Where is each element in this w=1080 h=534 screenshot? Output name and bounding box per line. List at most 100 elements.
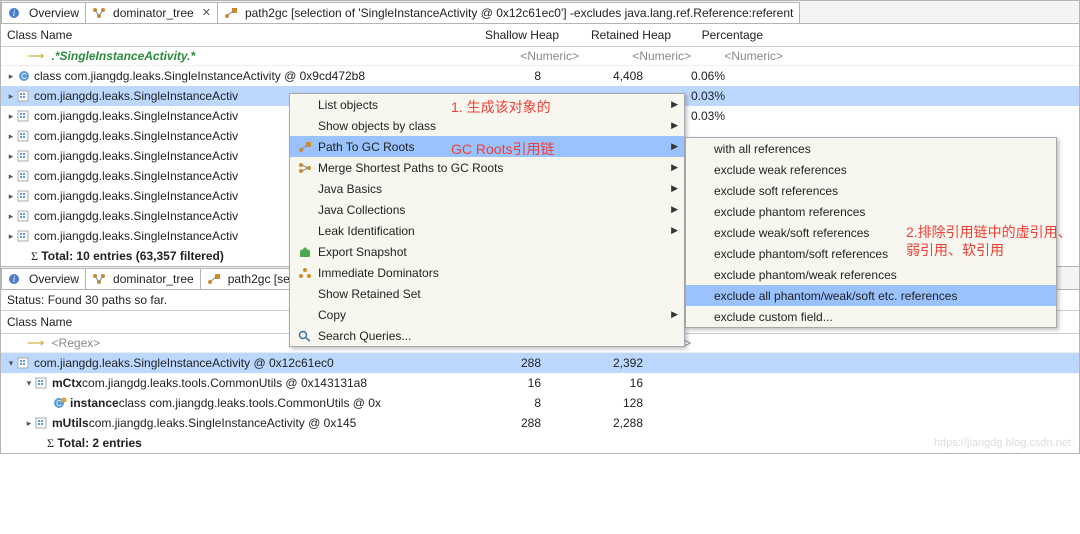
expand-icon[interactable]: ▸ xyxy=(5,91,17,102)
menu-item[interactable]: exclude all phantom/weak/soft etc. refer… xyxy=(686,285,1056,306)
table-row[interactable]: ▾ com.jiangdg.leaks.SingleInstanceActivit… xyxy=(1,353,1079,373)
dom-icon xyxy=(92,273,106,285)
menu-item[interactable]: Merge Shortest Paths to GC Roots▶ xyxy=(290,157,684,178)
submenu-arrow-icon: ▶ xyxy=(671,141,678,152)
obj-icon xyxy=(35,417,49,429)
pane1: iOverviewdominator_tree✕path2gc [selecti… xyxy=(0,0,1080,267)
menu-item[interactable]: exclude soft references xyxy=(686,180,1056,201)
menu-item[interactable]: Copy▶ xyxy=(290,304,684,325)
menu-item[interactable]: exclude phantom/weak references xyxy=(686,264,1056,285)
row-rh: 2,392 xyxy=(545,356,643,370)
filter-sh[interactable]: <Numeric> xyxy=(493,47,585,65)
row-text: com.jiangdg.leaks.SingleInstanceActiv xyxy=(34,89,238,103)
menu-item[interactable]: Search Queries... xyxy=(290,325,684,346)
expand-icon[interactable]: ▸ xyxy=(23,418,35,429)
menu-item[interactable]: Export Snapshot xyxy=(290,241,684,262)
expand-icon[interactable]: ▸ xyxy=(5,111,17,122)
row-rh: 16 xyxy=(545,376,643,390)
obj-icon xyxy=(17,210,31,222)
info-icon: i xyxy=(8,7,22,19)
menu-item[interactable]: exclude weak/soft references xyxy=(686,222,1056,243)
path-icon xyxy=(296,139,314,155)
blank-icon xyxy=(692,288,710,304)
search-icon xyxy=(296,328,314,344)
row-text: com.jiangdg.leaks.SingleInstanceActiv xyxy=(34,129,238,143)
expand-icon[interactable]: ▸ xyxy=(5,171,17,182)
submenu-arrow-icon: ▶ xyxy=(671,183,678,194)
imd-icon xyxy=(296,265,314,281)
tab-Overview[interactable]: iOverview xyxy=(1,268,86,289)
menu-item[interactable]: Show objects by class▶ xyxy=(290,115,684,136)
context-menu-1: List objects▶Show objects by class▶Path … xyxy=(289,93,685,347)
table-row[interactable]: Cinstance class com.jiangdg.leaks.tools.… xyxy=(1,393,1079,413)
menu-item[interactable]: Show Retained Set xyxy=(290,283,684,304)
blank-icon xyxy=(692,162,710,178)
filter-pc[interactable]: <Numeric> xyxy=(697,47,789,65)
row-sh: 288 xyxy=(463,416,541,430)
hdr-class[interactable]: Class Name xyxy=(1,24,473,46)
tab-Overview[interactable]: iOverview xyxy=(1,2,86,23)
row-text: com.jiangdg.leaks.tools.CommonUtils @ 0x… xyxy=(82,376,367,390)
expand-icon[interactable]: ▸ xyxy=(5,211,17,222)
sigma-icon: Σ xyxy=(31,249,38,264)
menu-item[interactable]: exclude phantom references xyxy=(686,201,1056,222)
menu-item[interactable]: exclude custom field... xyxy=(686,306,1056,327)
menu-item[interactable]: Java Collections▶ xyxy=(290,199,684,220)
filter-class[interactable]: ⟶ .*SingleInstanceActivity.* xyxy=(1,47,493,65)
watermark: https://jiangdg.blog.csdn.net xyxy=(934,437,1071,449)
menu-item[interactable]: List objects▶ xyxy=(290,94,684,115)
obj-icon xyxy=(17,190,31,202)
tab-dominator_tree[interactable]: dominator_tree xyxy=(85,268,201,289)
close-icon[interactable]: ✕ xyxy=(202,6,211,19)
expand-icon[interactable]: ▸ xyxy=(5,191,17,202)
row-text: class com.jiangdg.leaks.SingleInstanceAc… xyxy=(34,69,365,83)
table-row[interactable]: ▸mUtils com.jiangdg.leaks.SingleInstance… xyxy=(1,413,1079,433)
hdr-sh[interactable]: Shallow Heap xyxy=(473,24,565,46)
menu-item[interactable]: Immediate Dominators xyxy=(290,262,684,283)
table-row[interactable]: ▸ Cclass com.jiangdg.leaks.SingleInstance… xyxy=(1,66,1079,86)
submenu-arrow-icon: ▶ xyxy=(671,309,678,320)
filter-rh[interactable]: <Numeric> xyxy=(585,47,697,65)
obj-icon xyxy=(17,110,31,122)
menu-item[interactable]: Leak Identification▶ xyxy=(290,220,684,241)
expand-icon[interactable]: ▸ xyxy=(5,231,17,242)
obj-icon xyxy=(17,170,31,182)
path-icon xyxy=(224,7,238,19)
row-text: com.jiangdg.leaks.SingleInstanceActiv xyxy=(34,109,238,123)
hdr-pc[interactable]: Percentage xyxy=(677,24,769,46)
hdr-rh[interactable]: Retained Heap xyxy=(565,24,677,46)
regex-icon: ⟶ xyxy=(27,336,44,350)
obj-icon xyxy=(17,90,31,102)
expand-icon[interactable]: ▾ xyxy=(5,358,17,369)
menu-item[interactable]: exclude phantom/soft references xyxy=(686,243,1056,264)
row-sh: 8 xyxy=(463,396,541,410)
row-prefix: mCtx xyxy=(52,376,82,390)
expand-icon[interactable]: ▾ xyxy=(23,378,35,389)
path-icon xyxy=(207,273,221,285)
menu-item[interactable]: with all references xyxy=(686,138,1056,159)
table-row[interactable]: ▾ mCtx com.jiangdg.leaks.tools.CommonUtil… xyxy=(1,373,1079,393)
row-text: com.jiangdg.leaks.SingleInstanceActiv xyxy=(34,209,238,223)
obj-icon xyxy=(17,230,31,242)
blank-icon xyxy=(692,141,710,157)
regex-icon: ⟶ xyxy=(27,49,44,63)
menu-item[interactable]: exclude weak references xyxy=(686,159,1056,180)
blank-icon xyxy=(692,309,710,325)
tab-dominator_tree[interactable]: dominator_tree✕ xyxy=(85,2,218,23)
menu-item[interactable]: Path To GC Roots▶ xyxy=(290,136,684,157)
svg-text:C: C xyxy=(56,399,62,408)
submenu-arrow-icon: ▶ xyxy=(671,162,678,173)
obj-icon xyxy=(17,150,31,162)
row-text: com.jiangdg.leaks.SingleInstanceActivity… xyxy=(34,356,334,370)
blank-icon xyxy=(296,202,314,218)
blank-icon xyxy=(296,223,314,239)
svg-text:C: C xyxy=(21,72,27,81)
expand-icon[interactable]: ▸ xyxy=(5,151,17,162)
row-sh: 8 xyxy=(463,69,541,83)
menu-item[interactable]: Java Basics▶ xyxy=(290,178,684,199)
tab-path2gc[interactable]: path2gc [selection of 'SingleInstanceAct… xyxy=(217,2,800,23)
expand-icon[interactable]: ▸ xyxy=(5,71,17,82)
row-rh: 128 xyxy=(545,396,643,410)
blank-icon xyxy=(296,97,314,113)
expand-icon[interactable]: ▸ xyxy=(5,131,17,142)
